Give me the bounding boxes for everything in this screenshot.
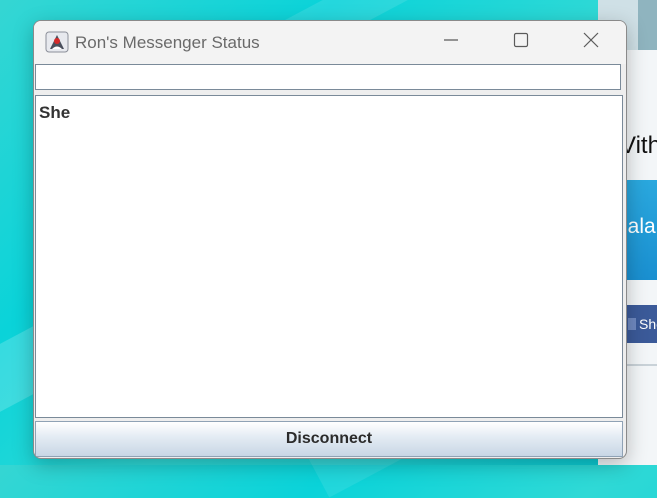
maximize-icon: [512, 31, 530, 54]
maximize-button[interactable]: [486, 21, 556, 64]
message-text: She: [39, 103, 71, 122]
close-button[interactable]: [556, 21, 626, 64]
facebook-icon: [628, 318, 636, 330]
title-bar[interactable]: Ron's Messenger Status: [34, 21, 626, 64]
background-app-divider: [624, 364, 657, 366]
background-app-share-button[interactable]: She: [622, 305, 657, 343]
window-title: Ron's Messenger Status: [75, 33, 260, 52]
minimize-button[interactable]: [416, 21, 486, 64]
status-input[interactable]: [35, 64, 621, 90]
messages-area[interactable]: She: [35, 95, 623, 418]
close-icon: [582, 31, 600, 54]
messenger-status-window: Ron's Messenger Status She Disconnect: [33, 20, 627, 459]
disconnect-button[interactable]: Disconnect: [35, 421, 623, 457]
java-duke-icon: [45, 30, 69, 54]
disconnect-button-label: Disconnect: [285, 430, 373, 447]
minimize-icon: [442, 31, 460, 54]
share-button-label: She: [639, 316, 657, 332]
